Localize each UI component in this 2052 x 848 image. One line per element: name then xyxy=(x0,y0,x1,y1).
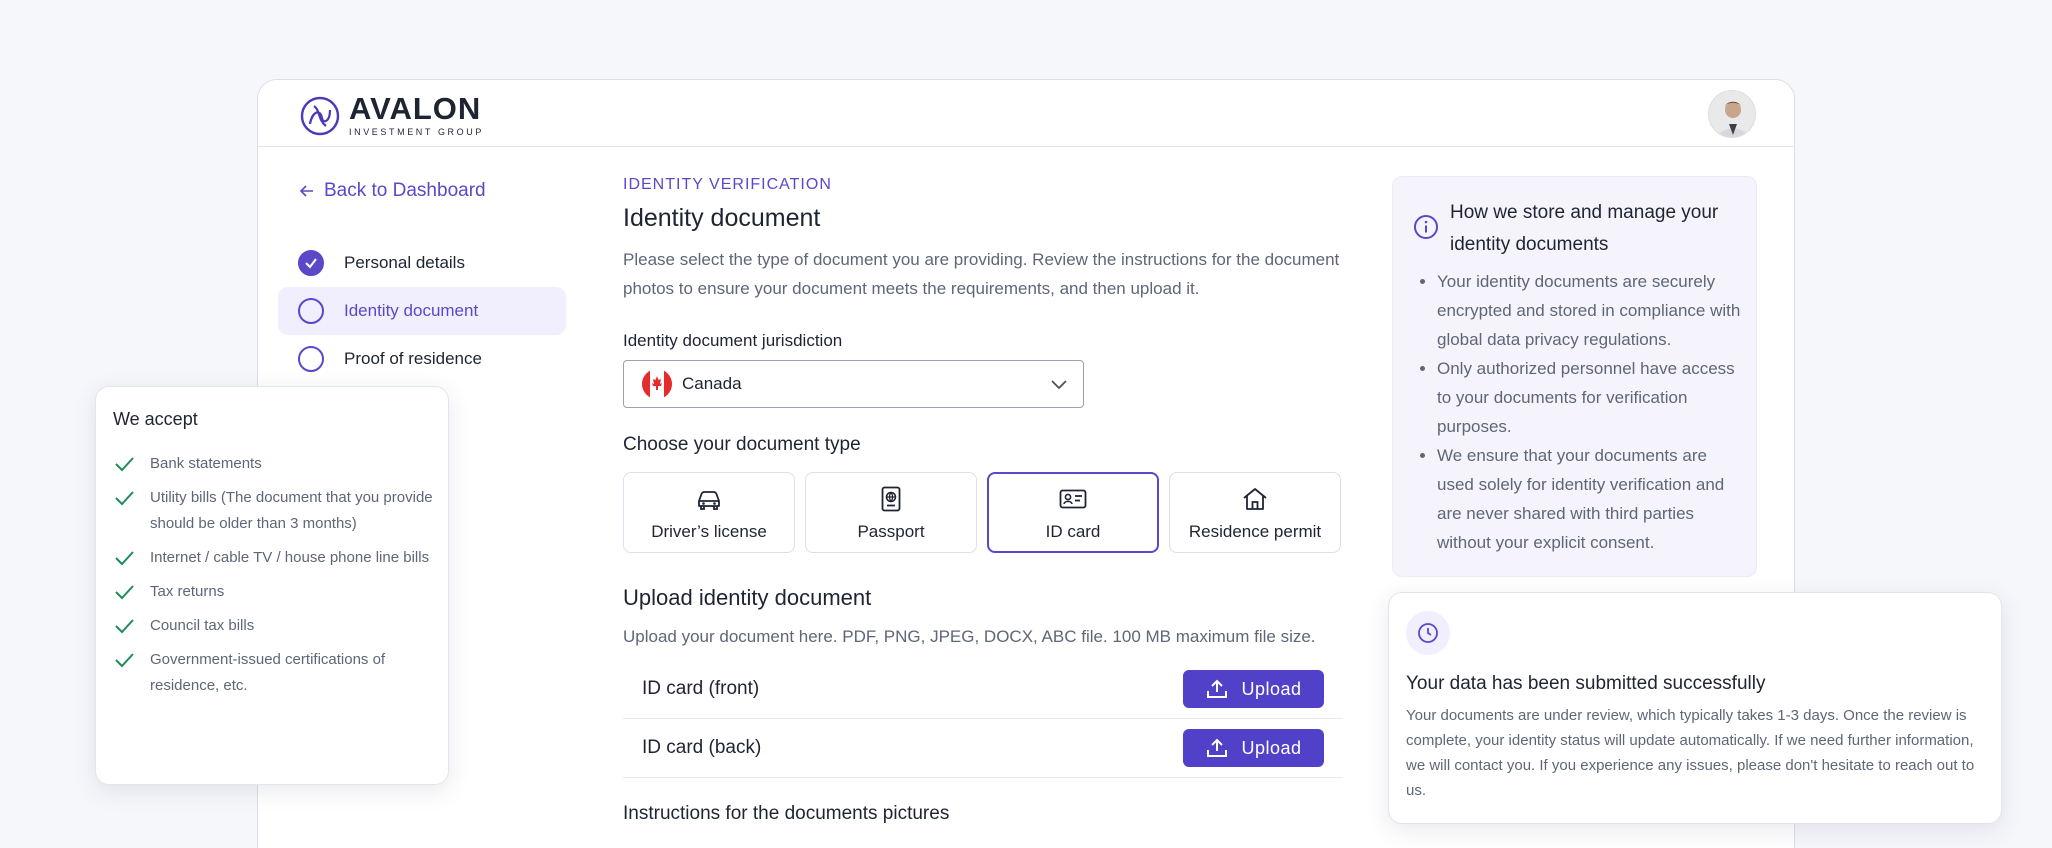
upload-back-button[interactable]: Upload xyxy=(1183,729,1324,767)
upload-description: Upload your document here. PDF, PNG, JPE… xyxy=(623,627,1316,646)
check-icon xyxy=(115,585,134,600)
info-title: How we store and manage your identity do… xyxy=(1450,202,1719,255)
check-icon xyxy=(115,457,134,472)
info-list: Your identity documents are securely enc… xyxy=(1437,267,1742,557)
avatar-person-icon xyxy=(1709,91,1755,137)
accept-title: We accept xyxy=(113,409,198,429)
jurisdiction-value: Canada xyxy=(682,374,742,393)
info-item: We ensure that your documents are used s… xyxy=(1437,441,1742,557)
upload-icon xyxy=(1207,679,1228,698)
upload-row-label: ID card (back) xyxy=(642,737,762,758)
passport-icon xyxy=(881,486,901,511)
upload-row-label: ID card (front) xyxy=(642,678,760,699)
accept-item: Utility bills (The document that you pro… xyxy=(113,485,433,537)
accept-item-label: Tax returns xyxy=(150,583,225,600)
submission-success-card: Your data has been submitted successfull… xyxy=(1388,592,2002,824)
check-icon xyxy=(305,258,317,269)
accept-item-label: Government-issued certifications of resi… xyxy=(150,651,386,694)
doc-type-residence-permit[interactable]: Residence permit xyxy=(1169,472,1341,553)
accept-list: Bank statements Utility bills (The docum… xyxy=(113,451,433,707)
back-link-label: Back to Dashboard xyxy=(324,180,486,201)
step-done-icon xyxy=(298,250,324,276)
info-item: Your identity documents are securely enc… xyxy=(1437,267,1742,354)
house-icon xyxy=(1243,487,1267,510)
doc-type-passport[interactable]: Passport xyxy=(805,472,977,553)
arrow-left-icon xyxy=(299,185,313,197)
jurisdiction-select[interactable]: Canada xyxy=(623,360,1084,408)
canada-flag-icon xyxy=(642,369,672,399)
back-to-dashboard-link[interactable]: Back to Dashboard xyxy=(298,180,486,202)
step-label: Personal details xyxy=(344,253,465,272)
upload-button-label: Upload xyxy=(1241,678,1302,699)
doc-type-label: ID card xyxy=(1045,521,1101,541)
accept-item: Tax returns xyxy=(113,579,433,605)
accept-item-label: Utility bills (The document that you pro… xyxy=(150,489,433,532)
upload-icon xyxy=(1207,738,1228,757)
we-accept-card: We accept Bank statements Utility bills … xyxy=(95,386,449,785)
chevron-down-icon xyxy=(1051,380,1067,390)
accept-item-label: Bank statements xyxy=(150,455,262,472)
accept-item: Internet / cable TV / house phone line b… xyxy=(113,545,433,571)
doc-type-heading: Choose your document type xyxy=(623,434,861,455)
section-eyebrow: IDENTITY VERIFICATION xyxy=(623,176,832,193)
accept-item: Council tax bills xyxy=(113,613,433,639)
doc-type-label: Driver’s license xyxy=(651,521,767,541)
step-label: Identity document xyxy=(344,301,479,320)
upload-button-label: Upload xyxy=(1241,737,1302,758)
storage-info-panel: How we store and manage your identity do… xyxy=(1392,176,1757,577)
accept-item: Government-issued certifications of resi… xyxy=(113,647,433,699)
brand-name: AVALON xyxy=(349,91,482,126)
doc-type-label: Residence permit xyxy=(1188,521,1322,541)
info-icon xyxy=(1414,215,1438,239)
user-avatar[interactable] xyxy=(1708,90,1756,138)
step-proof-of-residence[interactable]: Proof of residence xyxy=(278,335,566,383)
upload-list: ID card (front) Upload ID card (back) Up… xyxy=(623,660,1343,778)
check-icon xyxy=(115,619,134,634)
accept-item: Bank statements xyxy=(113,451,433,477)
doc-type-label: Passport xyxy=(857,521,925,541)
main-content: IDENTITY VERIFICATION Identity document … xyxy=(623,176,1343,825)
step-personal-details[interactable]: Personal details xyxy=(278,239,566,287)
brand-subtitle: INVESTMENT GROUP xyxy=(349,127,484,137)
step-label: Proof of residence xyxy=(344,349,482,368)
accept-item-label: Internet / cable TV / house phone line b… xyxy=(150,549,430,566)
success-text: Your documents are under review, which t… xyxy=(1406,707,1975,799)
page-title: Identity document xyxy=(623,204,821,232)
success-title: Your data has been submitted successfull… xyxy=(1406,673,1766,694)
upload-heading: Upload identity document xyxy=(623,585,872,610)
check-icon xyxy=(115,653,134,668)
page-description: Please select the type of document you a… xyxy=(623,250,1340,298)
id-card-icon xyxy=(1059,489,1087,508)
doc-type-drivers-license[interactable]: Driver’s license xyxy=(623,472,795,553)
top-bar: AVALON INVESTMENT GROUP xyxy=(258,80,1794,147)
upload-front-button[interactable]: Upload xyxy=(1183,670,1324,708)
step-identity-document[interactable]: Identity document xyxy=(278,287,566,335)
upload-row-back: ID card (back) Upload xyxy=(623,719,1343,778)
doc-type-options: Driver’s license Passport ID card Reside… xyxy=(623,472,1343,553)
step-pending-icon xyxy=(298,346,324,372)
steps-nav: Personal details Identity document Proof… xyxy=(278,239,566,383)
upload-row-front: ID card (front) Upload xyxy=(623,660,1343,719)
accept-item-label: Council tax bills xyxy=(150,617,255,634)
car-icon xyxy=(698,490,720,510)
step-active-icon xyxy=(298,298,324,324)
jurisdiction-label: Identity document jurisdiction xyxy=(623,331,843,350)
clock-icon xyxy=(1418,623,1438,643)
instructions-heading: Instructions for the documents pictures xyxy=(623,803,950,824)
check-icon xyxy=(115,551,134,566)
info-item: Only authorized personnel have access to… xyxy=(1437,354,1742,441)
doc-type-id-card[interactable]: ID card xyxy=(987,472,1159,553)
avalon-logo-icon xyxy=(300,96,340,135)
clock-icon-badge xyxy=(1406,611,1450,655)
brand-logo[interactable]: AVALON INVESTMENT GROUP xyxy=(300,91,484,137)
check-icon xyxy=(115,491,134,506)
